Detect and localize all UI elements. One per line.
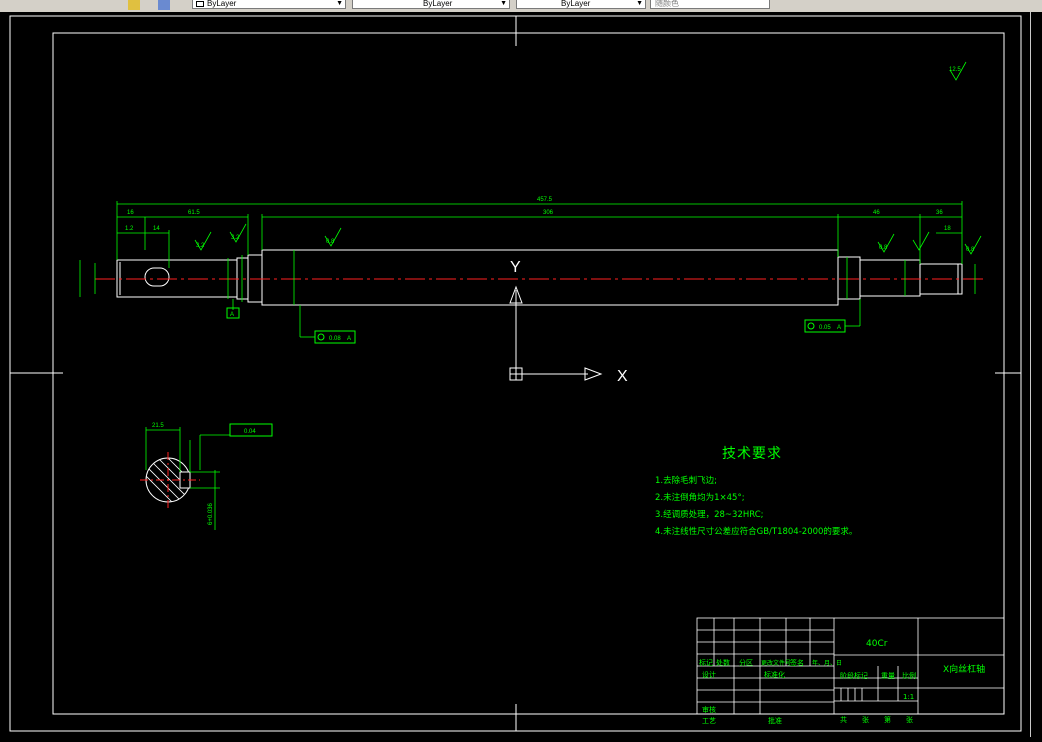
section-dim: 21.5 xyxy=(152,423,164,429)
tech-req-item-2: 2.未注倒角均为1×45°; xyxy=(655,493,745,503)
sheet-unit-label-1: 张 xyxy=(862,716,869,724)
roughness-label-3: 0.8 xyxy=(879,245,888,251)
ucs-x-label: X xyxy=(617,368,628,385)
process-label: 工艺 xyxy=(702,717,716,725)
approve-label: 批准 xyxy=(768,717,782,725)
chevron-down-icon: ▼ xyxy=(500,0,507,7)
sheet-unit-label-2: 张 xyxy=(906,716,913,724)
color-combo-value: ByLayer xyxy=(207,0,237,8)
drawing-svg: 12.5 3.2 0.8 0.8 0.8 3.2 457.5 306 16 61… xyxy=(9,15,1022,732)
tol-left-ref: A xyxy=(347,336,351,342)
dim-overall: 457.5 xyxy=(537,197,553,203)
scale-value: 1:1 xyxy=(903,693,915,701)
tech-req-title: 技术要求 xyxy=(722,446,782,462)
header-zone: 分区 xyxy=(739,659,753,667)
chevron-down-icon: ▼ xyxy=(636,0,643,7)
header-count: 处数 xyxy=(716,659,730,667)
tol-right-ref: A xyxy=(837,325,841,331)
shaft-outline xyxy=(116,249,963,306)
sheet-no-label: 第 xyxy=(884,716,891,724)
tol-left-value: 0.08 xyxy=(329,336,341,342)
weight-label: 重量 xyxy=(881,672,895,680)
dim-right-small: 18 xyxy=(944,226,951,232)
tech-req-item-3: 3.经调质处理，28~32HRC; xyxy=(655,510,764,520)
linetype-combo-value: ByLayer xyxy=(423,0,453,8)
roughness-label-5: 3.2 xyxy=(231,235,240,241)
lineweight-combo-value: ByLayer xyxy=(561,0,591,8)
circular-runout-icon xyxy=(807,322,815,330)
plotstyle-combo[interactable]: 随颜色 xyxy=(650,0,770,9)
header-mark: 标记 xyxy=(699,659,713,667)
roughness-label-4: 0.8 xyxy=(966,247,975,253)
part-name-label: X向丝杠轴 xyxy=(943,665,986,675)
dim-left-small-1: 1.2 xyxy=(125,226,134,232)
design-label: 设计 xyxy=(702,671,716,679)
layer-tool-icon[interactable] xyxy=(128,0,140,10)
roughness-label-2: 0.8 xyxy=(326,239,335,245)
section-dim-vert: 6+0.036 xyxy=(208,502,214,525)
section-view xyxy=(140,452,200,508)
circular-runout-icon xyxy=(317,333,325,341)
standardize-label: 标准化 xyxy=(764,671,785,679)
plotstyle-combo-value: 随颜色 xyxy=(655,0,679,8)
vertical-scrollbar[interactable] xyxy=(1026,12,1042,737)
color-combo[interactable]: ByLayer ▼ xyxy=(192,0,346,9)
ucs-icon xyxy=(509,285,603,381)
dim-right-1: 46 xyxy=(873,210,880,216)
roughness-label-top: 12.5 xyxy=(949,67,961,73)
header-date: 年、月、日 xyxy=(812,660,843,667)
material-label: 40Cr xyxy=(866,639,888,649)
dim-main: 306 xyxy=(543,210,554,216)
scale-label: 比例 xyxy=(902,672,916,680)
dim-left-small-2: 14 xyxy=(153,226,160,232)
ucs-y-label: Y xyxy=(510,259,521,276)
linetype-combo[interactable]: ByLayer ▼ xyxy=(352,0,510,9)
tol-right-value: 0.05 xyxy=(819,325,831,331)
dimension-lines xyxy=(79,201,976,338)
roughness-label-1: 3.2 xyxy=(196,243,205,249)
section-tol: 0.04 xyxy=(244,429,256,435)
lineweight-combo[interactable]: ByLayer ▼ xyxy=(516,0,646,9)
dim-right-2: 36 xyxy=(936,210,943,216)
datum-label: A xyxy=(230,312,234,318)
tech-req-item-1: 1.去除毛刺飞边; xyxy=(655,476,717,486)
color-swatch xyxy=(196,1,204,7)
layer-props-icon[interactable] xyxy=(158,0,170,10)
review-label: 审核 xyxy=(702,706,716,714)
roughness-symbols xyxy=(194,61,982,255)
tech-req-item-4: 4.未注线性尺寸公差应符合GB/T1804-2000的要求。 xyxy=(655,527,858,537)
header-change: 更改文件号 xyxy=(761,660,792,667)
chevron-down-icon: ▼ xyxy=(336,0,343,7)
dim-left-2: 61.5 xyxy=(188,210,200,216)
dim-left-1: 16 xyxy=(127,210,134,216)
drawing-canvas[interactable]: 12.5 3.2 0.8 0.8 0.8 3.2 457.5 306 16 61… xyxy=(0,12,1042,737)
stage-mark-label: 阶段标记 xyxy=(840,672,868,680)
header-sign: 签名 xyxy=(790,659,804,667)
sheet-total-label: 共 xyxy=(840,716,847,724)
